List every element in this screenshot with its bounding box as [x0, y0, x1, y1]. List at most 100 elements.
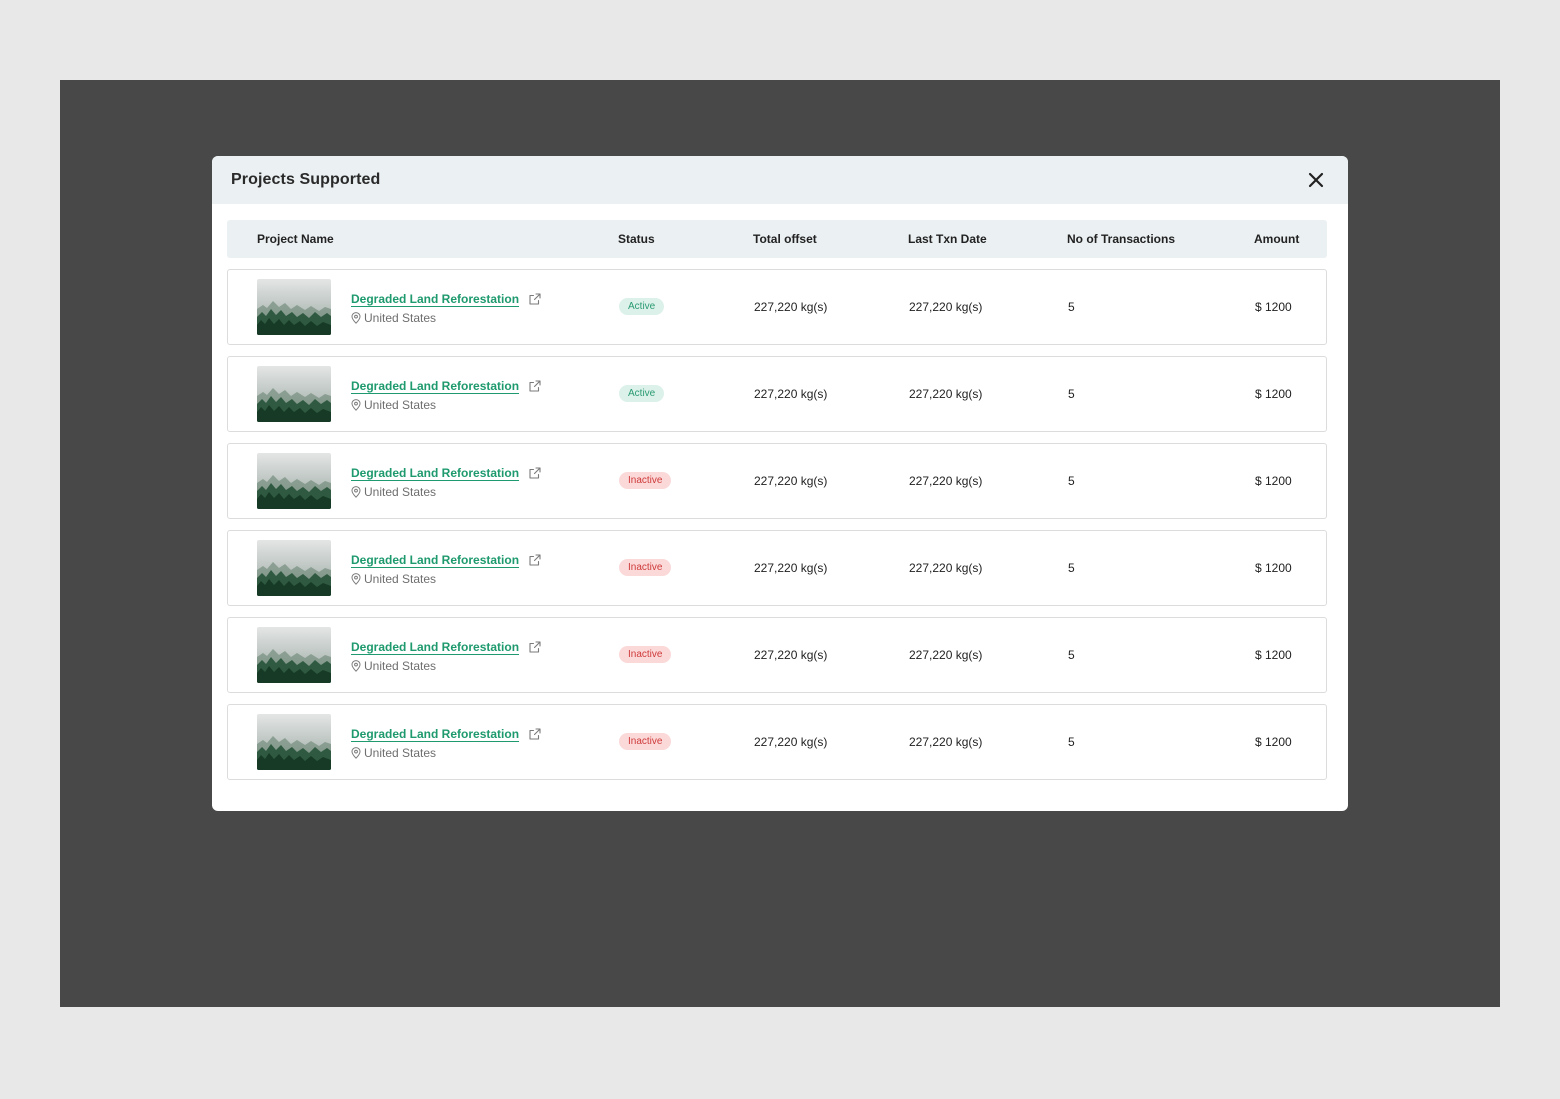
project-location-text: United States [364, 311, 437, 325]
forest-image [257, 540, 331, 596]
project-location: United States [351, 572, 542, 586]
project-info: Degraded Land Reforestation United State… [351, 727, 542, 760]
external-link-icon[interactable] [528, 640, 542, 654]
transactions-count-cell: 5 [1068, 387, 1075, 401]
status-badge: Active [619, 385, 665, 402]
column-header-total-offset: Total offset [753, 232, 817, 246]
transactions-count-cell: 5 [1068, 735, 1075, 749]
total-offset-cell: 227,220 kg(s) [754, 561, 828, 575]
last-txn-date-cell: 227,220 kg(s) [909, 561, 983, 575]
project-name-line: Degraded Land Reforestation [351, 379, 542, 393]
project-location: United States [351, 311, 542, 325]
project-thumbnail [257, 453, 331, 509]
last-txn-date-cell: 227,220 kg(s) [909, 300, 983, 314]
transactions-count-cell: 5 [1068, 561, 1075, 575]
project-location-text: United States [364, 746, 437, 760]
forest-image [257, 366, 331, 422]
table-row: Degraded Land Reforestation United State… [227, 530, 1327, 606]
project-info: Degraded Land Reforestation United State… [351, 553, 542, 586]
project-name-line: Degraded Land Reforestation [351, 640, 542, 654]
external-link-icon[interactable] [528, 466, 542, 480]
project-name-line: Degraded Land Reforestation [351, 466, 542, 480]
external-link-icon[interactable] [528, 727, 542, 741]
table-row: Degraded Land Reforestation United State… [227, 356, 1327, 432]
projects-supported-modal: Projects Supported Project Name Status T… [212, 156, 1348, 811]
external-link-icon[interactable] [528, 379, 542, 393]
project-thumbnail [257, 540, 331, 596]
amount-cell: $ 1200 [1255, 300, 1292, 314]
project-location: United States [351, 485, 542, 499]
project-location: United States [351, 398, 542, 412]
map-pin-icon [351, 312, 361, 324]
project-name-link[interactable]: Degraded Land Reforestation [351, 466, 519, 480]
forest-image [257, 453, 331, 509]
status-badge: Active [619, 298, 665, 315]
forest-image [257, 714, 331, 770]
amount-cell: $ 1200 [1255, 474, 1292, 488]
forest-image [257, 627, 331, 683]
project-location: United States [351, 746, 542, 760]
column-header-last-txn-date: Last Txn Date [908, 232, 987, 246]
status-badge: Inactive [619, 559, 672, 576]
map-pin-icon [351, 660, 361, 672]
forest-image [257, 279, 331, 335]
last-txn-date-cell: 227,220 kg(s) [909, 735, 983, 749]
last-txn-date-cell: 227,220 kg(s) [909, 648, 983, 662]
total-offset-cell: 227,220 kg(s) [754, 474, 828, 488]
amount-cell: $ 1200 [1255, 735, 1292, 749]
project-thumbnail [257, 627, 331, 683]
amount-cell: $ 1200 [1255, 387, 1292, 401]
transactions-count-cell: 5 [1068, 648, 1075, 662]
column-header-project-name: Project Name [257, 232, 334, 246]
project-name-link[interactable]: Degraded Land Reforestation [351, 379, 519, 393]
table-body: Degraded Land Reforestation United State… [227, 269, 1327, 780]
transactions-count-cell: 5 [1068, 300, 1075, 314]
table-row: Degraded Land Reforestation United State… [227, 704, 1327, 780]
map-pin-icon [351, 573, 361, 585]
close-button[interactable] [1302, 166, 1330, 194]
total-offset-cell: 227,220 kg(s) [754, 300, 828, 314]
project-name-line: Degraded Land Reforestation [351, 292, 542, 306]
table-header: Project Name Status Total offset Last Tx… [227, 220, 1327, 258]
project-location-text: United States [364, 572, 437, 586]
project-location-text: United States [364, 398, 437, 412]
project-name-link[interactable]: Degraded Land Reforestation [351, 727, 519, 741]
column-header-status: Status [618, 232, 655, 246]
amount-cell: $ 1200 [1255, 561, 1292, 575]
table-row: Degraded Land Reforestation United State… [227, 269, 1327, 345]
map-pin-icon [351, 399, 361, 411]
transactions-count-cell: 5 [1068, 474, 1075, 488]
modal-title: Projects Supported [231, 171, 381, 188]
external-link-icon[interactable] [528, 553, 542, 567]
total-offset-cell: 227,220 kg(s) [754, 735, 828, 749]
project-name-line: Degraded Land Reforestation [351, 553, 542, 567]
status-badge: Inactive [619, 472, 672, 489]
close-icon [1308, 172, 1324, 188]
project-thumbnail [257, 366, 331, 422]
map-pin-icon [351, 747, 361, 759]
project-info: Degraded Land Reforestation United State… [351, 466, 542, 499]
status-badge: Inactive [619, 733, 672, 750]
amount-cell: $ 1200 [1255, 648, 1292, 662]
status-badge: Inactive [619, 646, 672, 663]
table-row: Degraded Land Reforestation United State… [227, 443, 1327, 519]
project-name-link[interactable]: Degraded Land Reforestation [351, 553, 519, 567]
column-header-amount: Amount [1254, 232, 1300, 246]
project-thumbnail [257, 714, 331, 770]
project-name-link[interactable]: Degraded Land Reforestation [351, 292, 519, 306]
total-offset-cell: 227,220 kg(s) [754, 648, 828, 662]
project-location-text: United States [364, 485, 437, 499]
project-location-text: United States [364, 659, 437, 673]
project-name-link[interactable]: Degraded Land Reforestation [351, 640, 519, 654]
external-link-icon[interactable] [528, 292, 542, 306]
column-header-no-of-transactions: No of Transactions [1067, 232, 1176, 246]
last-txn-date-cell: 227,220 kg(s) [909, 474, 983, 488]
modal-header: Projects Supported [212, 156, 1348, 204]
project-info: Degraded Land Reforestation United State… [351, 379, 542, 412]
project-location: United States [351, 659, 542, 673]
project-info: Degraded Land Reforestation United State… [351, 640, 542, 673]
total-offset-cell: 227,220 kg(s) [754, 387, 828, 401]
project-info: Degraded Land Reforestation United State… [351, 292, 542, 325]
table-row: Degraded Land Reforestation United State… [227, 617, 1327, 693]
last-txn-date-cell: 227,220 kg(s) [909, 387, 983, 401]
